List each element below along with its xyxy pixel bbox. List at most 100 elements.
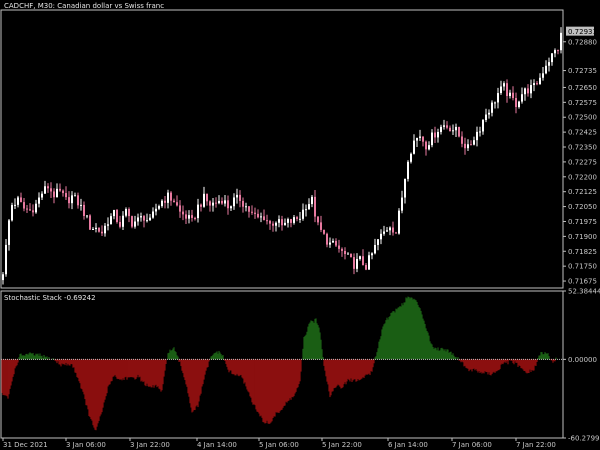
time-tick-label: 6 Jan 14:00 [388, 441, 428, 449]
candle-body [209, 201, 211, 206]
candle-body [476, 131, 478, 141]
candle-body [77, 195, 79, 206]
last-price-tag: 0.72931 [566, 26, 597, 36]
candle-body [149, 217, 151, 221]
candle-body [2, 274, 4, 281]
candle-body [95, 227, 97, 229]
time-tick-label: 7 Jan 22:00 [516, 441, 556, 449]
candle-body [164, 200, 166, 203]
candle-body [104, 225, 106, 234]
candle [131, 215, 133, 229]
candle-body [44, 186, 46, 194]
candle-body [14, 204, 16, 206]
candle-body [293, 217, 295, 223]
candle-body [65, 193, 67, 198]
candle-body [416, 137, 418, 141]
price-tick-label: 0.72880 [568, 38, 597, 46]
candle-body [509, 92, 511, 97]
candle-body [326, 233, 328, 245]
candle-body [29, 209, 31, 211]
candle-body [290, 219, 292, 223]
candle-body [188, 215, 190, 219]
candle-body [470, 144, 472, 146]
candle-body [62, 190, 64, 194]
candle-body [458, 126, 460, 137]
candle-body [74, 195, 76, 197]
candle-body [284, 222, 286, 226]
candle-body [107, 224, 109, 226]
candle-body [53, 191, 55, 198]
time-tick-label: 3 Jan 22:00 [130, 441, 170, 449]
candle-body [146, 220, 148, 222]
price-tick-label: 0.72275 [568, 158, 597, 166]
price-tick-label: 0.72350 [568, 144, 597, 152]
candle-body [440, 126, 442, 132]
candle-body [227, 200, 229, 209]
candle-body [386, 230, 388, 232]
candle-body [89, 215, 91, 230]
candle-body [548, 62, 550, 66]
candle-body [215, 202, 217, 204]
candle-body [122, 215, 124, 227]
candle-body [542, 73, 544, 78]
candle-body [41, 193, 43, 198]
candle-body [287, 219, 289, 223]
candle-body [377, 239, 379, 245]
candle-body [128, 209, 130, 217]
candle-body [515, 98, 517, 108]
candle-body [83, 204, 85, 216]
price-tick-label: 0.72575 [568, 99, 597, 107]
candle-body [437, 131, 439, 138]
candle-body [173, 200, 175, 203]
indicator-header: Stochastic Stack -0.69242 [4, 294, 96, 302]
candle-body [356, 259, 358, 269]
candle-body [518, 101, 520, 108]
candle-body [362, 256, 364, 265]
candle-body [263, 216, 265, 221]
candle-body [464, 143, 466, 149]
candle-body [452, 130, 454, 132]
candle-body [197, 204, 199, 219]
candle-body [236, 194, 238, 198]
candle-body [203, 193, 205, 207]
candle-body [299, 218, 301, 220]
candle-body [254, 212, 256, 214]
last-price-tag-text: 0.72931 [568, 28, 597, 36]
candle-body [560, 32, 562, 51]
price-tick-label: 0.71975 [568, 218, 597, 226]
candle-body [92, 228, 94, 230]
candle-body [35, 203, 37, 213]
time-tick-label: 5 Jan 22:00 [322, 441, 362, 449]
candle-body [347, 253, 349, 255]
candle-body [380, 233, 382, 240]
indicator-tick-label: 0.00000 [568, 356, 597, 364]
candle-body [278, 219, 280, 223]
candle-body [119, 221, 121, 227]
candle-body [194, 217, 196, 219]
candle-body [551, 53, 553, 63]
candle-body [242, 200, 244, 207]
candle-body [224, 200, 226, 204]
candle-body [86, 215, 88, 217]
candle-body [449, 127, 451, 132]
candle-body [353, 257, 355, 269]
candle-body [167, 192, 169, 203]
candle-body [488, 112, 490, 115]
price-tick-label: 0.72735 [568, 67, 597, 75]
candle-body [425, 141, 427, 150]
candle-body [491, 102, 493, 113]
candle-body [407, 161, 409, 179]
candle [458, 126, 460, 138]
candle-body [359, 256, 361, 260]
candle-body [494, 102, 496, 104]
candle [350, 253, 352, 258]
candle-body [413, 140, 415, 154]
candle-body [200, 204, 202, 207]
candle-body [80, 204, 82, 206]
candle-body [455, 126, 457, 131]
candle [407, 160, 409, 182]
candle-body [239, 194, 241, 201]
candle-body [374, 244, 376, 254]
time-tick-label: 4 Jan 14:00 [197, 441, 237, 449]
candle-body [320, 222, 322, 230]
